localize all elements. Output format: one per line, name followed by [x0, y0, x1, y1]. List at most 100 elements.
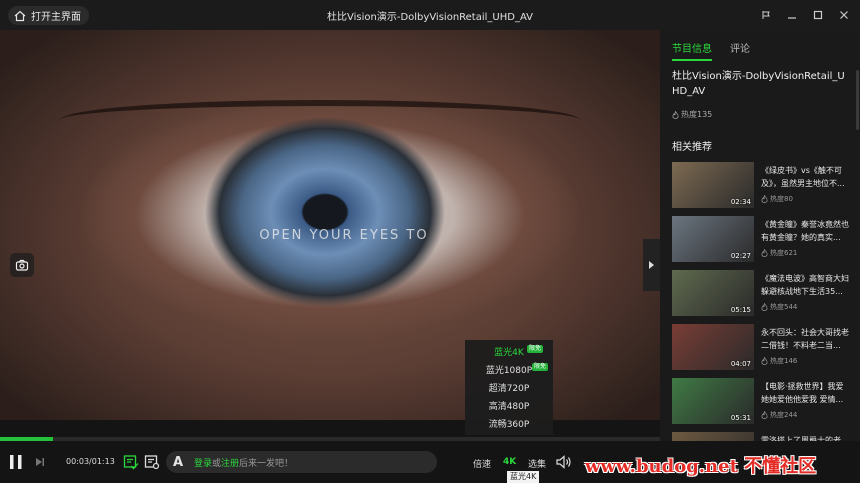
volume-button[interactable] — [556, 453, 572, 471]
info-sidebar: 节目信息 评论 杜比Vision演示-DolbyVisionRetail_UHD… — [660, 30, 860, 441]
site-watermark: www.budog.net 不懂社区 — [585, 456, 817, 477]
quality-tooltip: 蓝光4K — [507, 471, 540, 483]
sidebar-tabs: 节目信息 评论 — [672, 40, 750, 61]
related-section-title: 相关推荐 — [672, 142, 712, 153]
flame-icon — [761, 195, 768, 203]
recommendation-heat-text: 热度146 — [770, 357, 798, 365]
video-duration: 02:27 — [730, 252, 751, 260]
recommendation-title: 《黄金瞳》秦誉冰竟然也有黄金瞳？她的真实... — [761, 220, 849, 242]
danmaku-settings-button[interactable] — [143, 453, 161, 471]
register-link[interactable]: 注册 — [221, 459, 239, 469]
minimize-icon — [788, 17, 796, 19]
danmaku-input[interactable]: A 登录或注册后来一发吧！ — [166, 451, 437, 473]
video-duration: 05:31 — [730, 414, 751, 422]
recommendation-item[interactable]: 02:27 《黄金瞳》秦誉冰竟然也有黄金瞳？她的真实... 热度621 — [672, 216, 852, 270]
quality-option-label: 高清480P — [488, 402, 530, 412]
video-duration: 02:34 — [730, 198, 751, 206]
recommendation-heat: 热度146 — [761, 356, 797, 366]
pause-icon — [10, 455, 22, 469]
recommendation-title: 《魔法电波》高智商大妇躲避核战地下生活35... — [761, 274, 849, 296]
video-viewport[interactable]: OPEN YOUR EYES TO — [0, 30, 660, 420]
video-player-window: 打开主界面 杜比Vision演示-DolbyVisionRetail_UHD_A… — [0, 0, 860, 483]
danmaku-style-button[interactable]: A — [166, 455, 190, 470]
screenshot-button[interactable] — [10, 253, 34, 277]
recommendation-heat-text: 热度621 — [770, 249, 798, 257]
pin-button[interactable] — [756, 5, 776, 25]
quality-button[interactable]: 4K — [503, 457, 516, 467]
video-thumbnail: 05:31 — [672, 378, 754, 424]
recommendation-heat-text: 热度244 — [770, 411, 798, 419]
recommendation-item[interactable]: 02:34 《绿皮书》vs《触不可及》，虽然男主地位不... 热度80 — [672, 162, 852, 216]
quality-option-label: 蓝光4K — [494, 348, 524, 358]
flame-icon — [672, 110, 679, 119]
video-thumbnail: 04:07 — [672, 324, 754, 370]
video-duration: 04:07 — [730, 360, 751, 368]
video-thumbnail: 02:27 — [672, 216, 754, 262]
program-heat-text: 热度135 — [681, 110, 713, 119]
recommendation-item[interactable]: 05:31 【电影·拯救世界】我爱她她爱他他爱我 爱情... 热度244 — [672, 378, 852, 432]
danmaku-hint-text: 后来一发吧！ — [239, 458, 294, 469]
recommendation-title: 《绿皮书》vs《触不可及》，虽然男主地位不... — [761, 166, 845, 188]
recommendation-heat-text: 热度80 — [770, 195, 793, 203]
flame-icon — [761, 411, 768, 419]
login-link[interactable]: 登录 — [194, 459, 212, 469]
speed-button[interactable]: 倍速 — [473, 457, 491, 470]
episodes-button[interactable]: 选集 — [528, 457, 546, 470]
video-thumbnail: 02:34 — [672, 162, 754, 208]
title-bar: 打开主界面 杜比Vision演示-DolbyVisionRetail_UHD_A… — [0, 0, 860, 30]
subtitle-button[interactable] — [122, 453, 140, 471]
collapse-sidebar-button[interactable] — [643, 239, 660, 291]
close-button[interactable] — [834, 5, 854, 25]
recommendation-heat: 热度244 — [761, 410, 797, 420]
quality-option-label: 超清720P — [488, 384, 530, 394]
video-duration: 05:15 — [730, 306, 751, 314]
quality-option-720p[interactable]: 超清720P — [465, 380, 553, 398]
quality-option-1080p[interactable]: 蓝光1080P 限免 — [465, 362, 553, 380]
free-badge: 限免 — [527, 345, 544, 353]
recommendation-heat: 热度544 — [761, 302, 797, 312]
quality-option-360p[interactable]: 流畅360P — [465, 416, 553, 434]
recommendation-item[interactable]: 05:15 《魔法电波》高智商大妇躲避核战地下生活35... 热度544 — [672, 270, 852, 324]
tab-program-info[interactable]: 节目信息 — [672, 40, 712, 61]
danmaku-or-text: 或 — [212, 458, 222, 469]
program-title: 杜比Vision演示-DolbyVisionRetail_UHD_AV — [672, 71, 845, 97]
close-icon — [840, 11, 848, 19]
quality-option-label: 流畅360P — [488, 420, 530, 430]
pause-button[interactable] — [6, 452, 26, 472]
danmaku-settings-icon — [144, 455, 160, 470]
recommendation-heat: 热度80 — [761, 194, 793, 204]
recommendation-heat-text: 热度544 — [770, 303, 798, 311]
danmaku-placeholder: 登录或注册后来一发吧！ — [194, 456, 293, 469]
playback-time: 00:03/01:13 — [66, 457, 115, 466]
minimize-button[interactable] — [782, 5, 802, 25]
maximize-button[interactable] — [808, 5, 828, 25]
flame-icon — [761, 303, 768, 311]
volume-icon — [556, 455, 571, 469]
recommendation-title: 雷洛搭上了周爵士的老... — [761, 436, 849, 441]
quality-option-480p[interactable]: 高清480P — [465, 398, 553, 416]
recommendation-item[interactable]: 雷洛搭上了周爵士的老... — [672, 432, 852, 441]
recommendation-item[interactable]: 04:07 永不回头：社会大哥找老二借钱！不料老二当... 热度146 — [672, 324, 852, 378]
quality-menu: 蓝光4K 限免 蓝光1080P 限免 超清720P 高清480P 流畅360P — [465, 340, 553, 435]
next-button[interactable] — [32, 454, 48, 470]
maximize-icon — [813, 10, 823, 20]
tab-comments[interactable]: 评论 — [730, 40, 750, 61]
recommendation-title: 永不回头：社会大哥找老二借钱！不料老二当... — [761, 328, 849, 350]
recommendation-title: 【电影·拯救世界】我爱她她爱他他爱我 爱情... — [761, 382, 844, 404]
flame-icon — [761, 249, 768, 257]
subtitle-icon — [123, 455, 139, 470]
quality-option-label: 蓝光1080P — [485, 366, 533, 376]
window-controls — [756, 5, 854, 25]
quality-option-4k[interactable]: 蓝光4K 限免 — [465, 344, 553, 362]
video-thumbnail: 05:15 — [672, 270, 754, 316]
pin-icon — [762, 11, 770, 19]
camera-icon — [15, 259, 29, 271]
sidebar-scrollbar[interactable] — [856, 70, 859, 130]
video-thumbnail — [672, 432, 754, 441]
flame-icon — [761, 357, 768, 365]
next-icon — [36, 458, 44, 466]
video-caption-text: OPEN YOUR EYES TO — [259, 228, 429, 243]
window-title: 杜比Vision演示-DolbyVisionRetail_UHD_AV — [327, 12, 533, 23]
video-frame-detail — [60, 100, 580, 140]
chevron-right-icon — [649, 261, 654, 269]
